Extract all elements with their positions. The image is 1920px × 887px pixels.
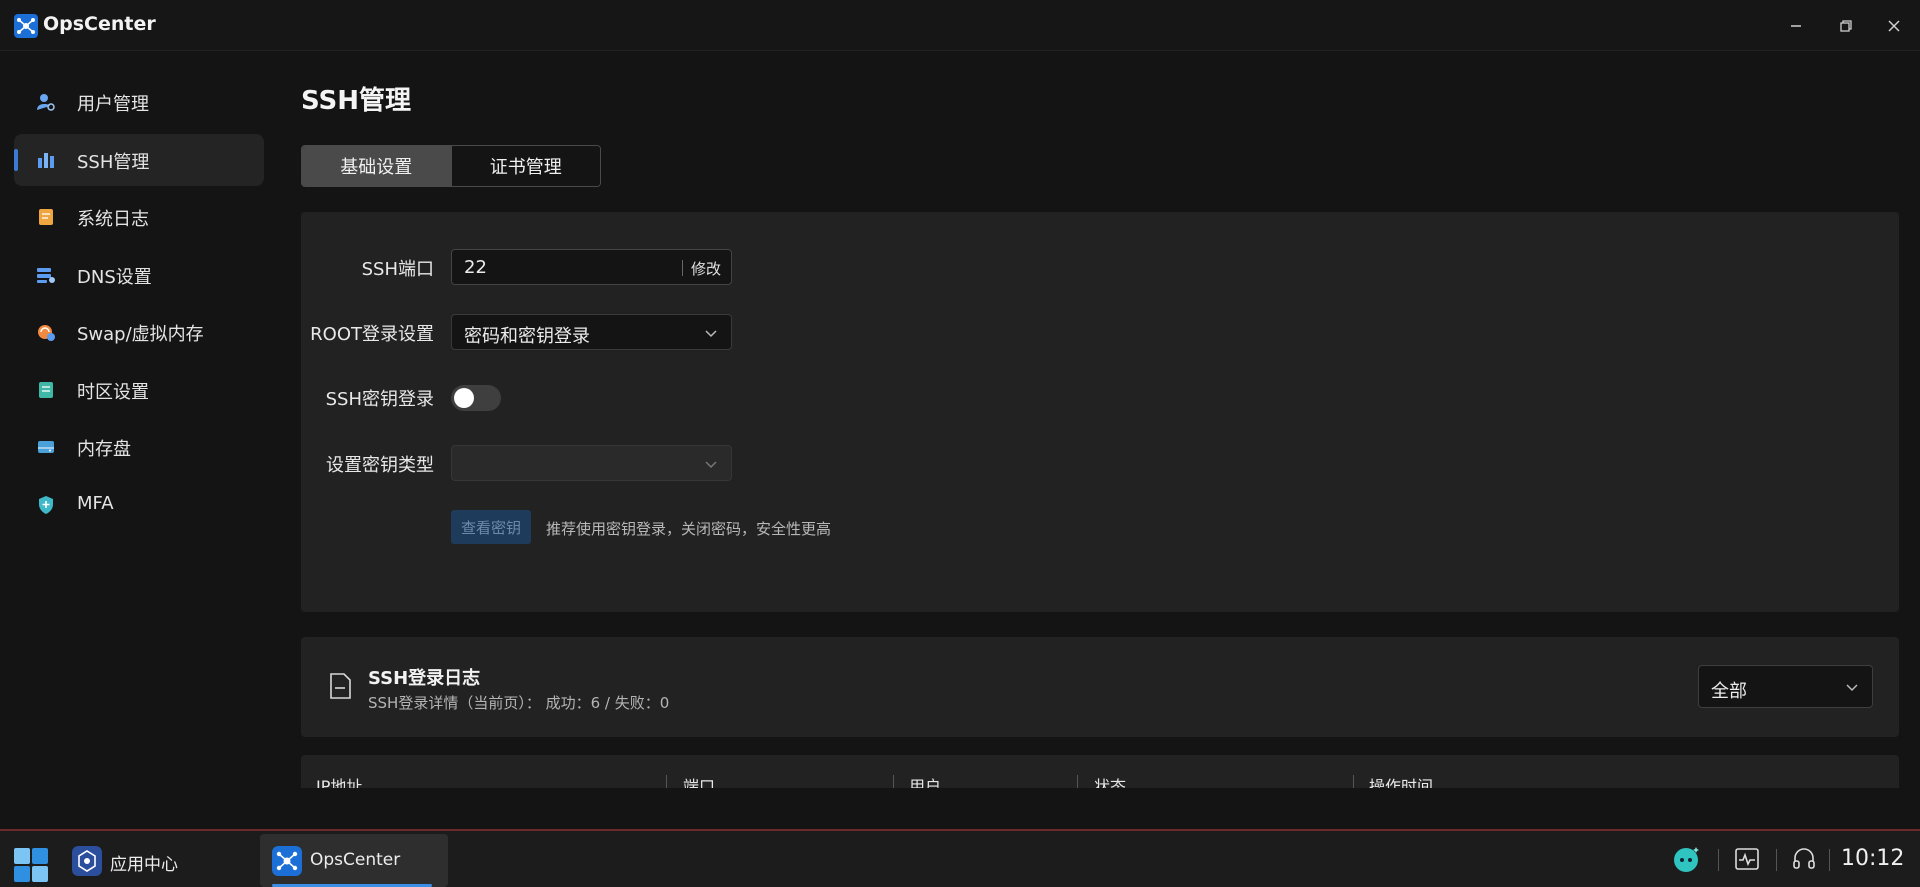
- ssh-key-login-label: SSH密钥登录: [325, 389, 434, 410]
- taskbar-item-app-center[interactable]: 应用中心: [60, 834, 255, 887]
- modify-port-button[interactable]: 修改: [691, 258, 721, 279]
- taskbar-item-label: OpsCenter: [310, 850, 401, 870]
- taskbar-clock[interactable]: 10:12: [1841, 846, 1904, 871]
- column-time[interactable]: 操作时间: [1369, 773, 1433, 788]
- ssh-icon: [38, 153, 54, 168]
- sidebar-item-dns[interactable]: DNS设置: [14, 249, 264, 301]
- sidebar-item-system-log[interactable]: 系统日志: [14, 191, 264, 243]
- tray-divider: [1718, 849, 1719, 871]
- column-ip[interactable]: IP地址: [316, 773, 362, 788]
- security-hint: 推荐使用密钥登录，关闭密码，安全性更高: [546, 520, 832, 538]
- taskbar-item-label: 应用中心: [110, 855, 178, 875]
- sidebar-item-user-management[interactable]: 用户管理: [14, 76, 264, 128]
- tab-certificate-management[interactable]: 证书管理: [451, 146, 600, 186]
- sidebar-item-label: DNS设置: [77, 267, 152, 288]
- taskbar-item-opscenter[interactable]: OpsCenter: [260, 834, 448, 887]
- assistant-robot-icon[interactable]: [1670, 843, 1702, 875]
- chevron-down-icon: [705, 461, 717, 469]
- ssh-port-input[interactable]: 22 修改: [451, 249, 732, 285]
- sidebar: 用户管理 SSH管理 系统日志 DNS设置 Swap/虚拟内存 时区设置 内存盘…: [0, 51, 280, 829]
- ssh-port-label: SSH端口: [361, 259, 434, 280]
- sidebar-item-label: SSH管理: [77, 152, 150, 173]
- ssh-log-summary: SSH登录详情（当前页）： 成功：6 / 失败：0: [368, 694, 670, 712]
- document-icon: [330, 673, 351, 699]
- sidebar-item-label: 系统日志: [77, 209, 149, 230]
- chevron-down-icon: [1846, 684, 1858, 692]
- key-type-select[interactable]: [451, 445, 732, 481]
- chevron-down-icon: [705, 330, 717, 338]
- ssh-log-title: SSH登录日志: [368, 668, 481, 689]
- activity-monitor-icon[interactable]: [1733, 845, 1761, 873]
- sidebar-item-label: 时区设置: [77, 382, 149, 403]
- log-filter-value: 全部: [1711, 681, 1747, 702]
- column-divider: [893, 775, 894, 788]
- user-settings-icon: [37, 94, 55, 111]
- sidebar-item-label: Swap/虚拟内存: [77, 324, 204, 345]
- opscenter-icon: [272, 846, 302, 876]
- window-title: OpsCenter: [43, 13, 156, 35]
- column-status[interactable]: 状态: [1094, 773, 1126, 788]
- title-bar: OpsCenter: [0, 0, 1920, 51]
- timezone-icon: [39, 382, 53, 398]
- root-login-value: 密码和密钥登录: [464, 326, 590, 347]
- start-menu-icon[interactable]: [12, 846, 50, 884]
- app-center-icon: [72, 846, 102, 876]
- toggle-knob: [454, 388, 474, 408]
- close-icon[interactable]: [1878, 10, 1910, 42]
- minimize-icon[interactable]: [1780, 10, 1812, 42]
- ssh-log-table-header: IP地址 端口 用户 状态 操作时间: [301, 755, 1899, 788]
- tab-basic-settings[interactable]: 基础设置: [302, 146, 452, 186]
- tab-bar: 基础设置 证书管理: [301, 145, 601, 187]
- column-divider: [666, 775, 667, 788]
- ssh-log-card: [301, 637, 1899, 737]
- log-icon: [39, 209, 53, 225]
- ramdisk-icon: [38, 441, 54, 453]
- sidebar-item-timezone[interactable]: 时区设置: [14, 364, 264, 416]
- sidebar-item-ramdisk[interactable]: 内存盘: [14, 421, 264, 473]
- sidebar-item-swap[interactable]: Swap/虚拟内存: [14, 306, 264, 358]
- ssh-port-value: 22: [464, 257, 487, 278]
- ssh-key-login-toggle[interactable]: [451, 385, 501, 411]
- sidebar-item-mfa[interactable]: MFA: [14, 479, 264, 531]
- page-title: SSH管理: [301, 86, 412, 116]
- dns-icon: [37, 268, 55, 283]
- sidebar-item-ssh[interactable]: SSH管理: [14, 134, 264, 186]
- key-type-label: 设置密钥类型: [326, 455, 434, 476]
- column-divider: [1077, 775, 1078, 788]
- column-divider: [1353, 775, 1354, 788]
- restore-icon[interactable]: [1830, 10, 1862, 42]
- sidebar-item-label: 内存盘: [77, 439, 131, 460]
- root-login-label: ROOT登录设置: [310, 324, 434, 345]
- view-key-button[interactable]: 查看密钥: [451, 510, 531, 544]
- column-port[interactable]: 端口: [683, 773, 715, 788]
- column-user[interactable]: 用户: [909, 773, 941, 788]
- tray-divider: [1776, 849, 1777, 871]
- headset-icon[interactable]: [1790, 845, 1818, 873]
- swap-icon: [38, 325, 55, 341]
- opscenter-logo-icon: [14, 14, 38, 38]
- sidebar-item-label: MFA: [77, 493, 114, 514]
- sidebar-item-label: 用户管理: [77, 94, 149, 115]
- log-filter-select[interactable]: 全部: [1698, 665, 1873, 708]
- taskbar: 应用中心 OpsCenter: [0, 829, 1920, 887]
- root-login-select[interactable]: 密码和密钥登录: [451, 314, 732, 350]
- tray-divider: [1829, 849, 1830, 871]
- shield-icon: [39, 496, 53, 514]
- divider: [682, 260, 683, 276]
